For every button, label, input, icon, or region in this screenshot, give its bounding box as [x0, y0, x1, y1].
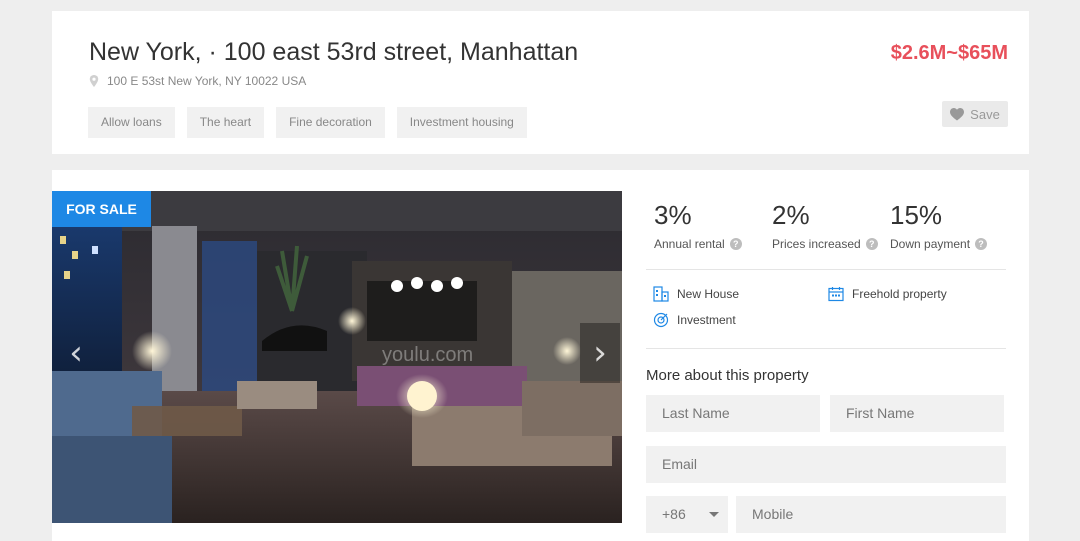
- save-label: Save: [970, 106, 1000, 122]
- help-icon[interactable]: ?: [865, 238, 878, 250]
- for-sale-badge: FOR SALE: [52, 191, 151, 227]
- stat-label: Prices increased: [772, 237, 861, 251]
- feature-new-house: New House: [653, 286, 739, 302]
- stat-label: Down payment: [890, 237, 971, 251]
- email-field[interactable]: Email: [646, 446, 1006, 483]
- stat-prices-increased: 2% Prices increased?: [772, 200, 890, 251]
- save-button[interactable]: Save: [942, 101, 1008, 127]
- caret-down-icon: [709, 511, 719, 517]
- help-icon[interactable]: ?: [975, 238, 988, 250]
- tag-fine-decoration: Fine decoration: [276, 107, 385, 138]
- divider: [646, 348, 1006, 349]
- heart-icon: [950, 107, 965, 120]
- feature-label: Freehold property: [852, 287, 947, 301]
- tag-investment-housing: Investment housing: [396, 107, 527, 138]
- feature-label: New House: [677, 287, 740, 301]
- price-range: $2.6M~$65M: [890, 42, 1008, 64]
- carousel-next-button[interactable]: ›: [580, 323, 620, 383]
- country-code-value: +86: [662, 506, 686, 522]
- last-name-field[interactable]: Last Name: [646, 395, 820, 432]
- property-photo-carousel[interactable]: youlu.com FOR SALE ‹ ›: [52, 191, 622, 523]
- stat-value: 2%: [772, 200, 810, 230]
- mobile-field[interactable]: Mobile: [736, 496, 1006, 533]
- property-title: New York, · 100 east 53rd street, Manhat…: [89, 38, 579, 66]
- living-room-photo: youlu.com: [52, 191, 622, 523]
- stat-annual-rental: 3% Annual rental?: [654, 200, 772, 251]
- country-code-select[interactable]: +86: [646, 496, 728, 533]
- property-address: 100 E 53st New York, NY 10022 USA: [89, 74, 306, 88]
- feature-investment: Investment: [653, 312, 736, 328]
- property-details-card: youlu.com FOR SALE ‹ › 3% Annual rental?…: [52, 170, 1029, 541]
- tag-list: Allow loans The heart Fine decoration In…: [88, 107, 527, 138]
- building-icon: [653, 286, 669, 302]
- carousel-prev-button[interactable]: ‹: [56, 323, 96, 383]
- contact-form-title: More about this property: [646, 367, 809, 384]
- location-pin-icon: [89, 75, 99, 87]
- chevron-left-icon: ‹: [69, 333, 83, 373]
- feature-label: Investment: [677, 313, 736, 327]
- stat-value: 3%: [654, 200, 692, 230]
- calendar-icon: [828, 287, 844, 302]
- stat-down-payment: 15% Down payment?: [890, 200, 1008, 251]
- tag-the-heart: The heart: [186, 107, 265, 138]
- stat-value: 15%: [890, 200, 943, 230]
- target-icon: [653, 312, 669, 328]
- divider: [646, 269, 1006, 270]
- tag-allow-loans: Allow loans: [88, 107, 175, 138]
- investment-stats: 3% Annual rental? 2% Prices increased? 1…: [654, 200, 1008, 251]
- feature-freehold-property: Freehold property: [828, 286, 947, 302]
- address-text: 100 E 53st New York, NY 10022 USA: [107, 74, 307, 88]
- chevron-right-icon: ›: [593, 333, 607, 373]
- watermark-text: youlu.com: [382, 344, 473, 366]
- first-name-field[interactable]: First Name: [830, 395, 1004, 432]
- stat-label: Annual rental: [654, 237, 725, 251]
- property-header-card: New York, · 100 east 53rd street, Manhat…: [52, 11, 1029, 154]
- help-icon[interactable]: ?: [729, 238, 742, 250]
